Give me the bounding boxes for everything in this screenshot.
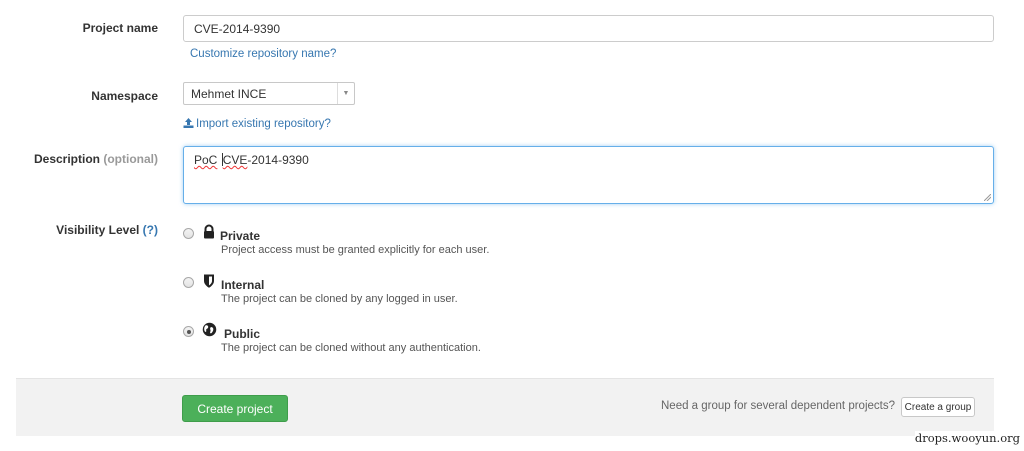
chevron-down-icon: ▼ [337,83,354,104]
group-prompt-text: Need a group for several dependent proje… [661,400,895,412]
public-description: The project can be cloned without any au… [221,342,481,354]
visibility-help-link[interactable]: (?) [143,223,158,237]
customize-repo-name-link[interactable]: Customize repository name? [190,48,336,60]
visibility-label-text: Visibility Level [56,223,140,237]
shield-icon [204,274,214,288]
description-label: Description (optional) [34,152,158,166]
lock-icon [204,224,214,239]
private-description: Project access must be granted explicitl… [221,244,490,256]
create-group-button[interactable]: Create a group [901,397,975,417]
form-actions-bar: Create project Need a group for several … [16,378,994,436]
internal-title: Internal [221,278,265,292]
description-word-3: -2014-9390 [247,153,309,167]
project-name-value: CVE-2014-9390 [194,21,281,36]
project-name-label: Project name [82,21,158,35]
description-value: PoC CVE-2014-9390 [194,153,309,167]
create-project-button[interactable]: Create project [182,395,288,422]
internal-description: The project can be cloned by any logged … [221,293,458,305]
upload-icon [183,118,194,128]
visibility-level-label: Visibility Level (?) [56,223,158,237]
namespace-label: Namespace [91,89,158,103]
namespace-selected-value: Mehmet INCE [191,86,267,101]
description-label-text: Description [33,152,100,166]
description-word-2: CVE [222,153,248,167]
internal-radio[interactable] [183,277,194,288]
description-textarea[interactable]: PoC CVE-2014-9390 [183,146,994,204]
import-repo-link[interactable]: Import existing repository? [183,118,331,130]
import-repo-label: Import existing repository? [196,118,331,130]
watermark: drops.wooyun.org [914,431,1020,445]
public-title: Public [224,327,261,341]
description-word-1: PoC [194,153,218,167]
project-name-input[interactable]: CVE-2014-9390 [183,15,994,42]
namespace-select[interactable]: Mehmet INCE ▼ [183,82,355,105]
resize-handle-icon[interactable] [984,194,991,201]
globe-icon [202,322,217,337]
private-title: Private [220,229,261,243]
optional-hint: (optional) [103,152,158,166]
private-radio[interactable] [183,228,194,239]
public-radio[interactable] [183,326,194,337]
